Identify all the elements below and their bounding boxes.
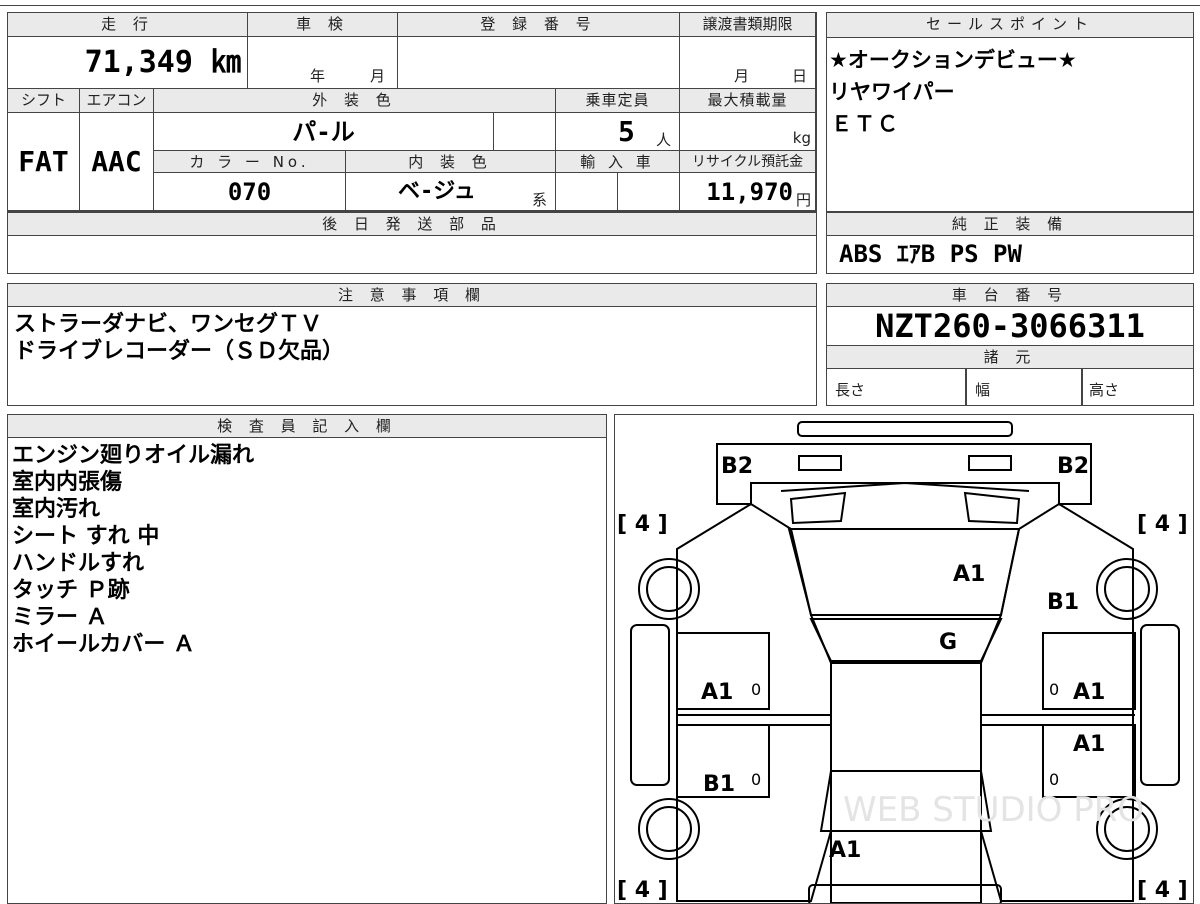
car-diagram-box: WEB STUDIO PRO B2 B2 A1 B1 G A1 A1 A1 B1…	[614, 414, 1194, 904]
sales-line: ★オークションデビュー★	[829, 48, 1077, 72]
aircon-header: エアコン	[80, 89, 154, 113]
inspection-date: 年 月	[248, 37, 398, 89]
capacity-value: 5 人	[556, 113, 680, 151]
zero-mark: 0	[1049, 680, 1059, 699]
sales-points-box: セールスポイント ★オークションデビュー★ リヤワイパー ＥＴＣ	[826, 12, 1194, 212]
inspector-line: ハンドルすれ	[12, 551, 145, 576]
zero-mark: 0	[1049, 770, 1059, 789]
inspector-line: 室内内張傷	[12, 470, 123, 495]
interior-color-text: ベ-ジュ	[398, 179, 476, 204]
chassis-box: 車 台 番 号 NZT260-3066311 諸 元 長さ 幅 高さ	[826, 283, 1194, 406]
shift-header: シフト	[8, 89, 80, 113]
mark-left-door-front: B1	[703, 772, 735, 797]
inspector-lines: エンジン廻りオイル漏れ 室内内張傷 室内汚れ シート すれ 中 ハンドルすれ タ…	[8, 438, 606, 658]
registration-value	[398, 37, 680, 89]
mark-left-door-rear: A1	[701, 680, 733, 705]
specs-row: 長さ 幅 高さ	[827, 369, 1193, 405]
capacity-header: 乗車定員	[556, 89, 680, 113]
yen-unit: 円	[795, 191, 811, 209]
specs-header: 諸 元	[827, 346, 1193, 369]
width-label: 幅	[975, 381, 991, 399]
vehicle-info-table: 走 行 車 検 登 録 番 号 譲渡書類期限 71,349 ㎞ 年 月 月 日 …	[7, 12, 817, 212]
registration-header: 登 録 番 号	[398, 13, 680, 37]
top-strip	[0, 0, 1200, 6]
car-diagram-labels: WEB STUDIO PRO B2 B2 A1 B1 G A1 A1 A1 B1…	[617, 454, 1188, 903]
later-parts-box: 後 日 発 送 部 品	[7, 212, 817, 274]
inspection-year-label: 年	[310, 67, 326, 85]
specs-divider	[1081, 369, 1083, 405]
mark-hood: A1	[829, 838, 861, 863]
deadline-month-label: 月	[734, 67, 750, 85]
mark-right-door-rear: A1	[1073, 680, 1105, 705]
interior-color-suffix: 系	[532, 191, 548, 209]
sales-line: リヤワイパー	[829, 80, 955, 104]
capacity-unit: 人	[656, 131, 672, 149]
chassis-header: 車 台 番 号	[827, 284, 1193, 307]
max-load-value: kg	[680, 113, 816, 151]
tire-front-right: [ 4 ]	[1137, 878, 1188, 903]
import-value-a	[556, 173, 618, 211]
max-load-header: 最大積載量	[680, 89, 816, 113]
inspector-header: 検 査 員 記 入 欄	[8, 415, 606, 438]
mark-glass: G	[939, 630, 957, 655]
tire-rear-left: [ 4 ]	[617, 512, 668, 537]
length-label: 長さ	[835, 381, 866, 399]
sales-line: ＥＴＣ	[831, 112, 900, 136]
exterior-color-extra	[494, 113, 556, 151]
inspection-header: 車 検	[248, 13, 398, 37]
color-no-header: カ ラ ー No.	[154, 151, 346, 173]
shift-value: FAT	[8, 113, 80, 211]
inspector-line: ミラー Ａ	[12, 605, 108, 630]
inspector-line: 室内汚れ	[12, 497, 101, 522]
mark-right-door-front: A1	[1073, 732, 1105, 757]
equipment-header: 純 正 装 備	[827, 213, 1193, 236]
aircon-value: AAC	[80, 113, 154, 211]
mark-rear-right: B2	[1057, 454, 1089, 479]
zero-mark: 0	[751, 680, 761, 699]
exterior-color-value: パ-ル	[154, 113, 494, 151]
load-unit: kg	[792, 129, 811, 147]
tire-front-left: [ 4 ]	[617, 878, 668, 903]
notes-line: ドライブレコーダー（ＳＤ欠品）	[14, 339, 345, 364]
recycle-header: リサイクル預託金	[680, 151, 816, 173]
notes-box: 注 意 事 項 欄 ストラーダナビ、ワンセグＴＶ ドライブレコーダー（ＳＤ欠品）	[7, 283, 817, 406]
color-no-value: 070	[154, 173, 346, 211]
import-header: 輸 入 車	[556, 151, 680, 173]
recycle-fee: 11,970	[706, 178, 793, 206]
transfer-deadline-header: 譲渡書類期限	[680, 13, 816, 37]
transfer-deadline: 月 日	[680, 37, 816, 89]
mark-roof: A1	[953, 562, 985, 587]
notes-line: ストラーダナビ、ワンセグＴＶ	[14, 312, 323, 337]
zero-mark: 0	[751, 770, 761, 789]
inspection-month-label: 月	[370, 67, 386, 85]
inspector-line: シート すれ 中	[12, 524, 160, 549]
specs-divider	[965, 369, 967, 405]
mark-right-quarter: B1	[1047, 590, 1079, 615]
recycle-value: 11,970 円	[680, 173, 816, 211]
import-value-b	[618, 173, 680, 211]
mark-rear-left: B2	[721, 454, 753, 479]
equipment-box: 純 正 装 備 ABS ｴｱB PS PW	[826, 212, 1194, 274]
capacity-number: 5	[618, 115, 635, 148]
inspector-line: ホイールカバー Ａ	[12, 632, 195, 657]
inspector-line: タッチ Ｐ跡	[12, 578, 130, 603]
sales-points-header: セールスポイント	[827, 13, 1193, 38]
interior-color-value: ベ-ジュ 系	[346, 173, 556, 211]
notes-header: 注 意 事 項 欄	[8, 284, 816, 307]
chassis-number: NZT260-3066311	[827, 307, 1193, 346]
mileage-header: 走 行	[8, 13, 248, 37]
watermark: WEB STUDIO PRO	[843, 790, 1144, 830]
equipment-value: ABS ｴｱB PS PW	[839, 240, 1022, 268]
interior-color-header: 内 装 色	[346, 151, 556, 173]
inspector-line: エンジン廻りオイル漏れ	[12, 443, 255, 468]
height-label: 高さ	[1089, 381, 1120, 399]
later-parts-header: 後 日 発 送 部 品	[8, 213, 816, 236]
mileage-value: 71,349 ㎞	[8, 37, 248, 89]
deadline-day-label: 日	[792, 67, 808, 85]
exterior-color-header: 外 装 色	[154, 89, 556, 113]
tire-rear-right: [ 4 ]	[1137, 512, 1188, 537]
inspector-box: 検 査 員 記 入 欄 エンジン廻りオイル漏れ 室内内張傷 室内汚れ シート す…	[7, 414, 607, 904]
